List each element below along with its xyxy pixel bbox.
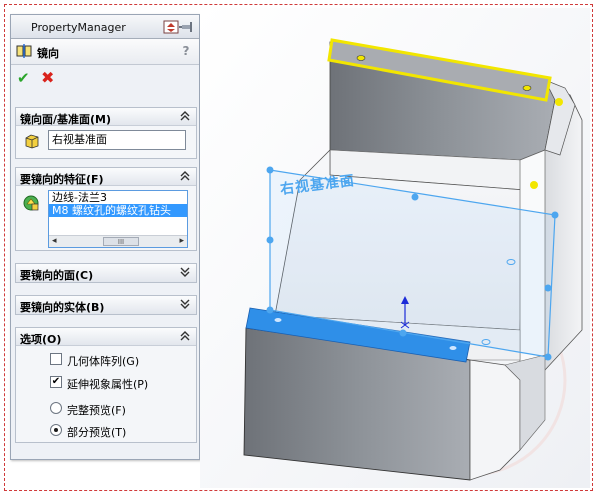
group-options: 选项(O) 几何体阵列(G) ✔ 延伸视象属性(P) 完整预览(F) 部分预览(… [15,327,197,443]
panel-header: PropertyManager [11,15,199,39]
chevron-up-icon[interactable] [179,330,191,342]
horizontal-scrollbar[interactable]: ◂ III ▸ [49,235,187,247]
group-features-header[interactable]: 要镜向的特征(F) [16,168,196,186]
chevron-up-icon[interactable] [179,170,191,182]
help-button[interactable]: ? [179,44,193,58]
group-features-title: 要镜向的特征(F) [20,173,104,186]
group-mirror-face-title: 镜向面/基准面(M) [20,113,112,126]
scroll-left-icon[interactable]: ◂ [52,236,57,246]
full-preview-label: 完整预览(F) [67,404,126,417]
plane-handle[interactable] [266,306,274,314]
hole-marker [449,346,457,350]
cancel-x-icon[interactable]: ✖ [41,68,54,87]
plane-face-icon [25,134,39,149]
group-options-header[interactable]: 选项(O) [16,328,196,346]
panel-title: PropertyManager [31,21,126,34]
full-preview-radio[interactable] [50,402,62,414]
mirror-face-field[interactable]: 右视基准面 [48,130,186,150]
scroll-right-icon[interactable]: ▸ [179,236,184,246]
group-bodies-header[interactable]: 要镜向的实体(B) [16,296,196,314]
group-bodies[interactable]: 要镜向的实体(B) [15,295,197,315]
selection-handle[interactable] [530,181,538,189]
feature-item[interactable]: 边线-法兰3 [49,191,187,204]
geometry-pattern-label: 几何体阵列(G) [67,355,140,368]
partial-preview-radio[interactable] [50,424,62,436]
propagate-visual-label: 延伸视象属性(P) [67,378,149,391]
feature-icon [23,195,39,211]
plane-handle[interactable] [399,329,407,337]
hole-marker [356,55,366,61]
group-faces-title: 要镜向的面(C) [20,269,94,282]
feature-item-selected[interactable]: M8 螺纹孔的螺纹孔钻头 [49,204,187,217]
plane-handle[interactable] [266,166,274,174]
hole-marker [522,85,532,91]
chevron-down-icon[interactable] [179,298,191,310]
group-faces[interactable]: 要镜向的面(C) [15,263,197,283]
selection-handle[interactable] [555,98,563,106]
partial-preview-label: 部分预览(T) [67,426,127,439]
mirror-face-value: 右视基准面 [52,133,107,146]
plane-handle[interactable] [544,353,552,361]
ok-check-icon[interactable]: ✔ [17,69,30,87]
graphics-area[interactable] [200,8,590,488]
command-header: 镜向 ? [11,39,199,65]
mirror-icon [16,44,32,58]
plane-handle[interactable] [266,236,274,244]
group-bodies-title: 要镜向的实体(B) [20,301,105,314]
hole-marker [274,318,282,322]
plane-handle[interactable] [411,193,419,201]
features-listbox[interactable]: 边线-法兰3 M8 螺纹孔的螺纹孔钻头 ◂ III ▸ [48,190,188,248]
geometry-pattern-checkbox[interactable] [50,353,62,365]
chevron-down-icon[interactable] [179,266,191,278]
group-mirror-face: 镜向面/基准面(M) 右视基准面 [15,107,197,159]
plane-handle[interactable] [551,211,559,219]
property-manager-panel: PropertyManager 镜向 ? ✔ ✖ 镜向面/基准面(M) 右视基准… [10,14,200,460]
chevron-up-icon[interactable] [179,110,191,122]
pin-icon[interactable] [163,19,195,35]
propagate-visual-checkbox[interactable]: ✔ [50,376,62,388]
scroll-thumb[interactable]: III [103,237,139,246]
group-options-title: 选项(O) [20,333,62,346]
command-title: 镜向 [37,47,59,60]
ok-cancel-bar: ✔ ✖ [11,65,199,91]
plane-handle[interactable] [544,284,552,292]
group-mirror-face-header[interactable]: 镜向面/基准面(M) [16,108,196,126]
group-faces-header[interactable]: 要镜向的面(C) [16,264,196,282]
group-features: 要镜向的特征(F) 边线-法兰3 M8 螺纹孔的螺纹孔钻头 ◂ III ▸ [15,167,197,251]
